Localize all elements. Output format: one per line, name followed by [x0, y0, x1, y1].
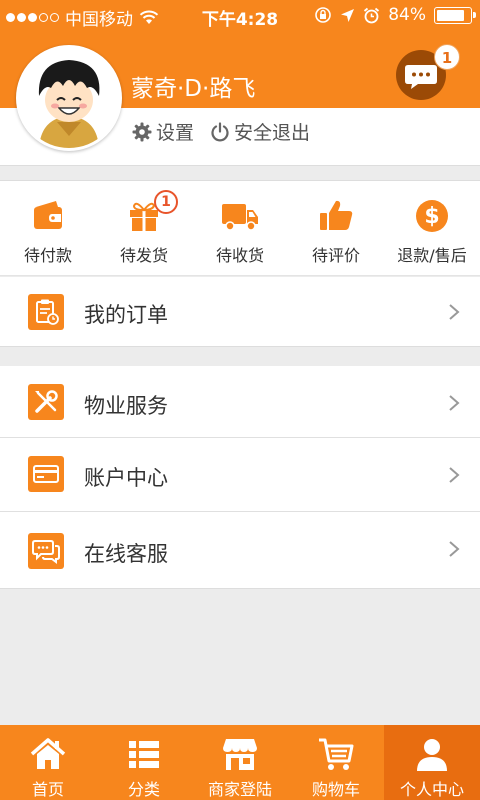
tab-categories[interactable]: 分类 [96, 725, 192, 800]
avatar-image [19, 48, 119, 148]
chevron-right-icon [449, 467, 460, 483]
property-service-row[interactable]: 物业服务 [0, 366, 480, 438]
logout-button[interactable]: 安全退出 [210, 118, 310, 145]
order-status-row: 待付款 1 待发货 待收货 待评价 $ 退款/售后 [0, 180, 480, 276]
tab-cart[interactable]: 购物车 [288, 725, 384, 800]
alarm-icon [364, 7, 380, 23]
credit-card-icon [28, 456, 64, 492]
store-icon [223, 739, 257, 770]
tab-label: 首页 [31, 780, 64, 799]
status-label: 待付款 [23, 246, 72, 265]
status-label: 待评价 [311, 246, 360, 265]
settings-button[interactable]: 设置 [132, 118, 194, 145]
location-icon [341, 8, 355, 22]
online-service-row[interactable]: 在线客服 [0, 512, 480, 589]
wallet-icon [34, 201, 62, 229]
tab-home[interactable]: 首页 [0, 725, 96, 800]
gear-icon [132, 122, 152, 141]
status-label: 待发货 [119, 246, 168, 265]
battery-icon [434, 6, 476, 24]
user-icon [417, 739, 447, 771]
battery-fill [437, 9, 464, 21]
logout-label: 安全退出 [234, 122, 311, 144]
message-count-badge: 1 [434, 44, 460, 70]
shipment-count-badge: 1 [154, 190, 178, 214]
account-center-label: 账户中心 [84, 466, 168, 490]
my-orders-row[interactable]: 我的订单 [0, 277, 480, 347]
thumbs-up-icon [320, 200, 353, 230]
tab-label: 分类 [127, 780, 160, 799]
status-bar: 中国移动 下午4:28 84% [0, 0, 480, 30]
status-pending-review[interactable]: 待评价 [288, 181, 384, 275]
list-icon [129, 741, 159, 768]
chat-icon [28, 533, 64, 569]
avatar[interactable] [16, 45, 122, 151]
tab-label: 商家登陆 [207, 780, 272, 799]
rotation-lock-icon [315, 7, 332, 23]
tab-merchant-login[interactable]: 商家登陆 [192, 725, 288, 800]
username: 蒙奇·D·路飞 [131, 76, 256, 102]
battery-percentage: 84% [388, 5, 426, 25]
status-pending-payment[interactable]: 待付款 [0, 181, 96, 275]
bottom-tab-bar: 首页 分类 商家登陆 购物车 个人中心 [0, 725, 480, 800]
chevron-right-icon [449, 541, 460, 557]
status-pending-shipment[interactable]: 1 待发货 [96, 181, 192, 275]
home-icon [30, 738, 66, 769]
clipboard-icon [28, 294, 64, 330]
status-label: 退款/售后 [397, 246, 467, 265]
status-pending-receipt[interactable]: 待收货 [192, 181, 288, 275]
online-service-label: 在线客服 [84, 542, 168, 566]
svg-text:$: $ [424, 204, 439, 229]
tools-icon [28, 384, 64, 420]
power-icon [211, 121, 229, 141]
property-service-label: 物业服务 [84, 394, 168, 418]
status-refund-aftersale[interactable]: $ 退款/售后 [384, 181, 480, 275]
dollar-icon: $ [416, 200, 448, 232]
cart-icon [319, 738, 354, 770]
chevron-right-icon [449, 395, 460, 411]
tab-label: 购物车 [311, 780, 360, 799]
my-orders-label: 我的订单 [84, 303, 168, 327]
account-center-row[interactable]: 账户中心 [0, 438, 480, 511]
truck-icon [222, 204, 258, 231]
tab-label: 个人中心 [399, 780, 464, 799]
status-label: 待收货 [215, 246, 264, 265]
tab-profile[interactable]: 个人中心 [384, 725, 480, 800]
chevron-right-icon [449, 304, 460, 320]
settings-label: 设置 [156, 122, 195, 144]
